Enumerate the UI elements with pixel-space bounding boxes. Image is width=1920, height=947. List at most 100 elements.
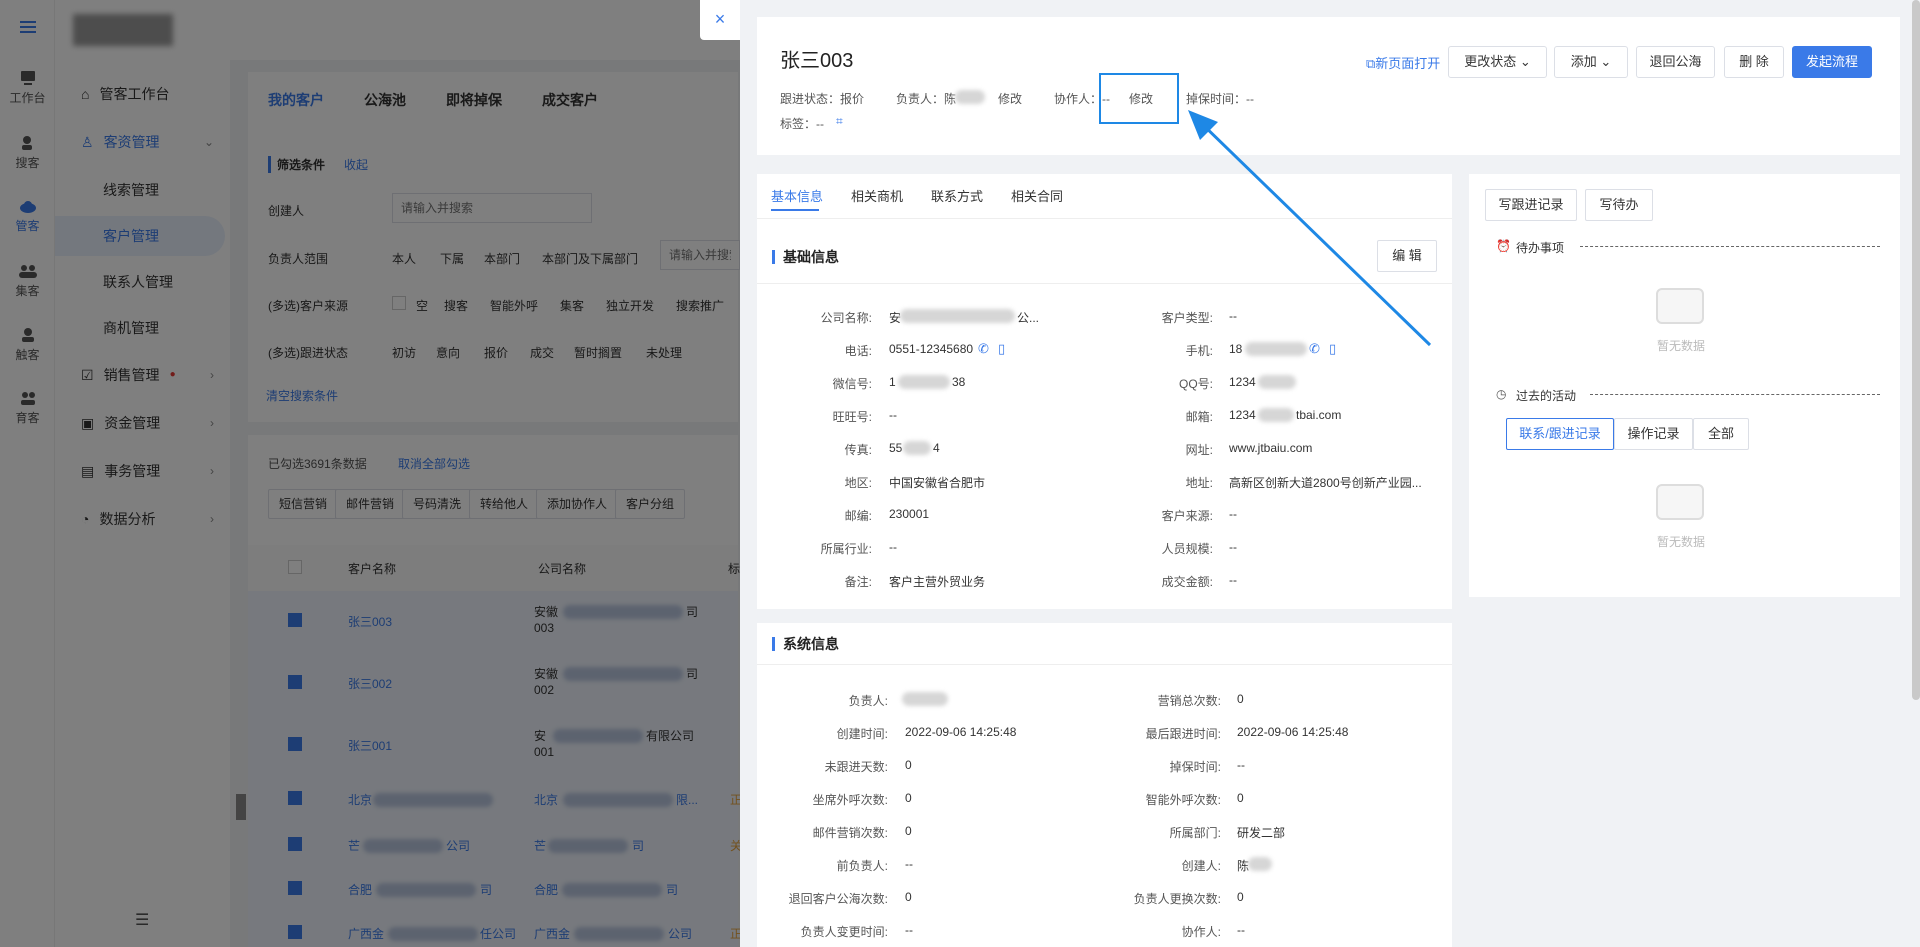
page-title: 张三003 [780, 50, 854, 72]
email-marketing-value: 0 [905, 824, 912, 838]
fax-value: 55 [889, 441, 903, 455]
tab-all[interactable]: 全部 [1693, 418, 1749, 450]
start-process-button[interactable]: 发起流程 [1792, 46, 1872, 78]
field-label: 微信号: [832, 377, 872, 391]
field-label: 邮编: [844, 509, 872, 523]
phone-value: 0551-12345680 [889, 342, 974, 356]
empty-text: 暂无数据 [1656, 339, 1705, 353]
follow-status: 跟进状态：报价 [780, 92, 865, 106]
delete-button[interactable]: 删 除 [1724, 46, 1784, 78]
field-label: 未跟进天数: [824, 760, 888, 774]
open-new-page-link[interactable]: ⧉新页面打开 [1366, 53, 1440, 72]
write-follow-button[interactable]: 写跟进记录 [1485, 189, 1577, 221]
alarm-icon: ⏰ [1496, 239, 1511, 253]
unfollowed-days-value: 0 [905, 758, 912, 772]
field-label: 协作人: [1181, 925, 1221, 939]
owner-blur [902, 692, 948, 706]
system-info-title: 系统信息 [772, 637, 839, 651]
basic-info-title: 基础信息 [772, 250, 839, 264]
address-value: 高新区创新大道2800号创新产业园... [1229, 476, 1422, 490]
qq-value: 1234 [1229, 375, 1256, 389]
industry-value: -- [889, 540, 897, 554]
field-label: 邮箱: [1185, 410, 1213, 424]
field-label: 地址: [1185, 476, 1213, 490]
prev-owner-value: -- [905, 857, 913, 871]
tab-operation-records[interactable]: 操作记录 [1614, 418, 1693, 450]
tag-icon[interactable]: ⌗ [836, 114, 843, 129]
field-label: 公司名称: [820, 311, 872, 325]
field-label: 网址: [1185, 443, 1213, 457]
close-drawer-button[interactable]: × [700, 0, 740, 40]
tags: 标签：-- [780, 117, 825, 131]
department-value: 研发二部 [1237, 826, 1286, 840]
field-label: 旺旺号: [832, 410, 872, 424]
field-label: 退回客户公海次数: [788, 892, 888, 906]
phone-call-icon[interactable]: ✆ [978, 341, 989, 357]
empty-inbox-icon [1656, 288, 1704, 324]
deal-amount-value: -- [1229, 573, 1237, 587]
field-label: 所属部门: [1169, 826, 1221, 840]
field-label: 坐席外呼次数: [812, 793, 888, 807]
ai-calls-value: 0 [1237, 791, 1244, 805]
tab-contact[interactable]: 联系方式 [931, 186, 983, 205]
owner-change-time-value: -- [905, 923, 913, 937]
field-label: 备注: [844, 575, 872, 589]
tab-follow-records[interactable]: 联系/跟进记录 [1506, 418, 1614, 450]
field-label: 智能外呼次数: [1145, 793, 1221, 807]
annotation-arrow [1188, 110, 1432, 347]
field-label: 负责人更换次数: [1133, 892, 1221, 906]
edit-owner-link[interactable]: 修改 [998, 90, 1022, 107]
region-value: 中国安徽省合肥市 [889, 476, 986, 490]
scrollbar[interactable] [1912, 0, 1920, 700]
field-label: 负责人变更时间: [800, 925, 888, 939]
field-label: 前负责人: [836, 859, 888, 873]
field-label: 传真: [844, 443, 872, 457]
tab-basic-info[interactable]: 基本信息 [771, 186, 823, 205]
clock-icon: ◷ [1496, 387, 1507, 401]
remark-value: 客户主营外贸业务 [889, 575, 986, 589]
change-status-button[interactable]: 更改状态 ⌄ [1448, 46, 1547, 78]
field-label: 所属行业: [820, 542, 872, 556]
staff-size-value: -- [1229, 540, 1237, 554]
tab-opportunities[interactable]: 相关商机 [851, 186, 903, 205]
todo-title: 待办事项 [1516, 241, 1565, 255]
email-value: 1234 [1229, 408, 1256, 422]
highlight-box [1099, 73, 1179, 124]
empty-inbox-icon [1656, 484, 1704, 520]
tab-contracts[interactable]: 相关合同 [1011, 186, 1063, 205]
website-value: www.jtbaiu.com [1229, 441, 1313, 455]
field-label: 邮件营销次数: [812, 826, 888, 840]
field-label: 客户来源: [1161, 509, 1213, 523]
mobile-call-icon[interactable]: ▯ [998, 341, 1005, 357]
drop-time-value: -- [1237, 758, 1245, 772]
past-activities-title: 过去的活动 [1516, 389, 1577, 403]
seat-calls-value: 0 [905, 791, 912, 805]
owner-blur [955, 90, 985, 104]
field-label: 掉保时间: [1169, 760, 1221, 774]
field-label: 创建时间: [836, 727, 888, 741]
field-label: 创建人: [1181, 859, 1221, 873]
field-label: 地区: [844, 476, 872, 490]
drop-time: 掉保时间：-- [1186, 92, 1255, 106]
field-label: 最后跟进时间: [1145, 727, 1221, 741]
postcode-value: 230001 [889, 507, 930, 521]
return-pool-button[interactable]: 退回公海 [1636, 46, 1715, 78]
write-todo-button[interactable]: 写待办 [1585, 189, 1653, 221]
owner: 负责人：陈 [896, 92, 957, 106]
wechat-value: 1 [889, 375, 896, 389]
field-label: 成交金额: [1161, 575, 1213, 589]
last-follow-time-value: 2022-09-06 14:25:48 [1237, 725, 1349, 739]
field-label: 人员规模: [1161, 542, 1213, 556]
create-time-value: 2022-09-06 14:25:48 [905, 725, 1017, 739]
external-link-icon: ⧉ [1366, 56, 1376, 71]
add-button[interactable]: 添加 ⌄ [1554, 46, 1628, 78]
wangwang-value: -- [889, 408, 897, 422]
active-tab-indicator [771, 209, 819, 211]
source-value: -- [1229, 507, 1237, 521]
field-label: QQ号: [1178, 377, 1213, 391]
marketing-total-value: 0 [1237, 692, 1244, 706]
return-count-value: 0 [905, 890, 912, 904]
collaborator-value: -- [1237, 923, 1245, 937]
field-label: 电话: [844, 344, 872, 358]
field-label: 负责人: [848, 694, 888, 708]
